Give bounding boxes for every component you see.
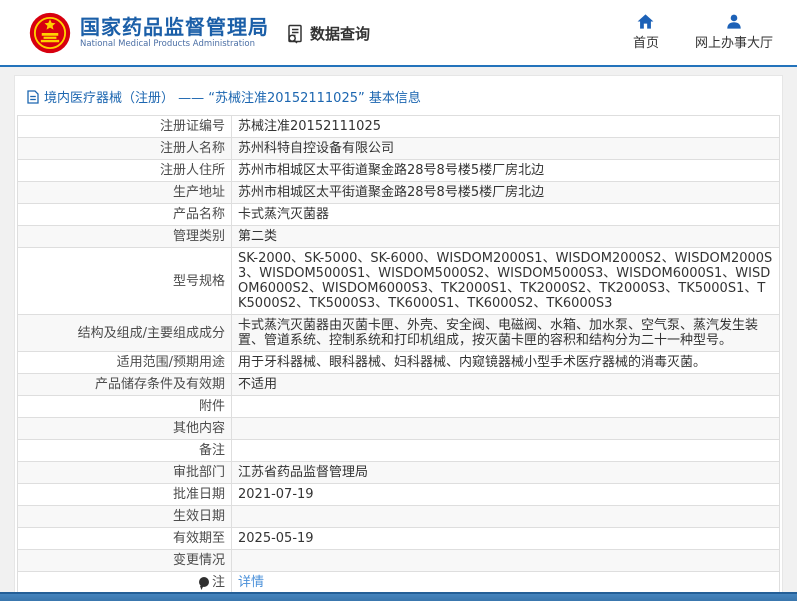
table-row: 注册人名称 苏州科特自控设备有限公司 bbox=[17, 137, 780, 160]
row-value: 第二类 bbox=[231, 225, 780, 248]
table-row: 注详情 bbox=[17, 571, 780, 594]
table-row: 生产地址 苏州市相城区太平街道聚金路28号8号楼5楼厂房北边 bbox=[17, 181, 780, 204]
agency-logo: 国家药品监督管理局 National Medical Products Admi… bbox=[28, 11, 269, 55]
row-label: 结构及组成/主要组成成分 bbox=[17, 314, 232, 352]
table-row: 生效日期 bbox=[17, 505, 780, 528]
nav-item-online-hall[interactable]: 网上办事大厅 bbox=[695, 14, 773, 51]
row-value: 苏州市相城区太平街道聚金路28号8号楼5楼厂房北边 bbox=[231, 159, 780, 182]
row-value: 用于牙科器械、眼科器械、妇科器械、内窥镜器械小型手术医疗器械的消毒灭菌。 bbox=[231, 351, 780, 374]
agency-title-block: 国家药品监督管理局 National Medical Products Admi… bbox=[80, 15, 269, 50]
site-header: 国家药品监督管理局 National Medical Products Admi… bbox=[0, 0, 797, 67]
row-value bbox=[231, 439, 780, 462]
top-nav: 首页 网上办事大厅 bbox=[633, 14, 773, 51]
table-row: 适用范围/预期用途 用于牙科器械、眼科器械、妇科器械、内窥镜器械小型手术医疗器械的… bbox=[17, 351, 780, 374]
row-value bbox=[231, 549, 780, 572]
row-label: 注册证编号 bbox=[17, 115, 232, 138]
row-label: 附件 bbox=[17, 395, 232, 418]
footer-bar bbox=[0, 592, 797, 601]
table-row: 有效期至 2025-05-19 bbox=[17, 527, 780, 550]
agency-name-en: National Medical Products Administration bbox=[80, 39, 255, 49]
row-value: 苏械注准20152111025 bbox=[231, 115, 780, 138]
row-label: 产品名称 bbox=[17, 203, 232, 226]
row-label: 适用范围/预期用途 bbox=[17, 351, 232, 374]
row-value bbox=[231, 395, 780, 418]
nav-item-label: 网上办事大厅 bbox=[694, 36, 773, 51]
table-row: 注册人住所 苏州市相城区太平街道聚金路28号8号楼5楼厂房北边 bbox=[17, 159, 780, 182]
row-value: 苏州市相城区太平街道聚金路28号8号楼5楼厂房北边 bbox=[231, 181, 780, 204]
row-value: 江苏省药品监督管理局 bbox=[231, 461, 780, 484]
row-label: 型号规格 bbox=[17, 247, 232, 315]
row-label: 管理类别 bbox=[17, 225, 232, 248]
row-label: 其他内容 bbox=[17, 417, 232, 440]
info-table-body: 注册证编号 苏械注准20152111025 注册人名称 苏州科特自控设备有限公司 注册人… bbox=[17, 115, 780, 594]
data-query-icon bbox=[285, 24, 305, 44]
note-balloon-icon bbox=[198, 577, 209, 587]
table-row: 产品储存条件及有效期 不适用 bbox=[17, 373, 780, 396]
row-label: 备注 bbox=[17, 439, 232, 462]
nav-item-home[interactable]: 首页 bbox=[633, 14, 659, 51]
agency-name-cn: 国家药品监督管理局 bbox=[80, 15, 269, 39]
nav-item-label: 首页 bbox=[632, 36, 659, 51]
row-value: 2025-05-19 bbox=[231, 527, 780, 550]
table-row: 变更情况 bbox=[17, 549, 780, 572]
row-value: 卡式蒸汽灭菌器 bbox=[231, 203, 780, 226]
table-row: 型号规格 SK-2000、SK-5000、SK-6000、WISDOM2000S1… bbox=[17, 247, 780, 315]
row-label: 有效期至 bbox=[17, 527, 232, 550]
row-label: 产品储存条件及有效期 bbox=[17, 373, 232, 396]
table-row: 备注 bbox=[17, 439, 780, 462]
table-row: 审批部门 江苏省药品监督管理局 bbox=[17, 461, 780, 484]
home-icon bbox=[637, 14, 654, 29]
detail-link[interactable]: 详情 bbox=[238, 575, 264, 590]
row-label: 生产地址 bbox=[17, 181, 232, 204]
row-label: 批准日期 bbox=[17, 483, 232, 506]
breadcrumb: 境内医疗器械（注册） —— “苏械注准20152111025” 基本信息 bbox=[15, 76, 782, 115]
table-row: 其他内容 bbox=[17, 417, 780, 440]
table-row: 注册证编号 苏械注准20152111025 bbox=[17, 115, 780, 138]
data-query-section[interactable]: 数据查询 bbox=[285, 23, 370, 44]
row-value: 不适用 bbox=[231, 373, 780, 396]
row-value: 卡式蒸汽灭菌器由灭菌卡匣、外壳、安全阀、电磁阀、水箱、加水泵、空气泵、蒸汽发生装… bbox=[231, 314, 780, 352]
row-value: 2021-07-19 bbox=[231, 483, 780, 506]
row-value bbox=[231, 417, 780, 440]
content-panel: 境内医疗器械（注册） —— “苏械注准20152111025” 基本信息 注册证… bbox=[14, 75, 783, 597]
breadcrumb-text: 境内医疗器械（注册） —— “苏械注准20152111025” 基本信息 bbox=[44, 91, 421, 106]
table-row: 管理类别 第二类 bbox=[17, 225, 780, 248]
row-value: SK-2000、SK-5000、SK-6000、WISDOM2000S1、WIS… bbox=[231, 247, 780, 315]
person-icon bbox=[726, 14, 742, 29]
table-row: 结构及组成/主要组成成分 卡式蒸汽灭菌器由灭菌卡匣、外壳、安全阀、电磁阀、水箱、加… bbox=[17, 314, 780, 352]
data-query-label: 数据查询 bbox=[310, 25, 371, 43]
row-label: 注册人住所 bbox=[17, 159, 232, 182]
table-row: 批准日期 2021-07-19 bbox=[17, 483, 780, 506]
row-value: 苏州科特自控设备有限公司 bbox=[231, 137, 780, 160]
table-row: 附件 bbox=[17, 395, 780, 418]
row-value: 详情 bbox=[231, 571, 780, 594]
national-emblem-icon bbox=[28, 11, 72, 55]
document-icon bbox=[27, 89, 39, 104]
table-row: 产品名称 卡式蒸汽灭菌器 bbox=[17, 203, 780, 226]
row-label: 生效日期 bbox=[17, 505, 232, 528]
row-label: 审批部门 bbox=[17, 461, 232, 484]
row-label: 变更情况 bbox=[17, 549, 232, 572]
registration-info-table: 注册证编号 苏械注准20152111025 注册人名称 苏州科特自控设备有限公司 注册人… bbox=[17, 115, 780, 594]
row-value bbox=[231, 505, 780, 528]
row-label: 注 bbox=[17, 571, 232, 594]
row-label: 注册人名称 bbox=[17, 137, 232, 160]
